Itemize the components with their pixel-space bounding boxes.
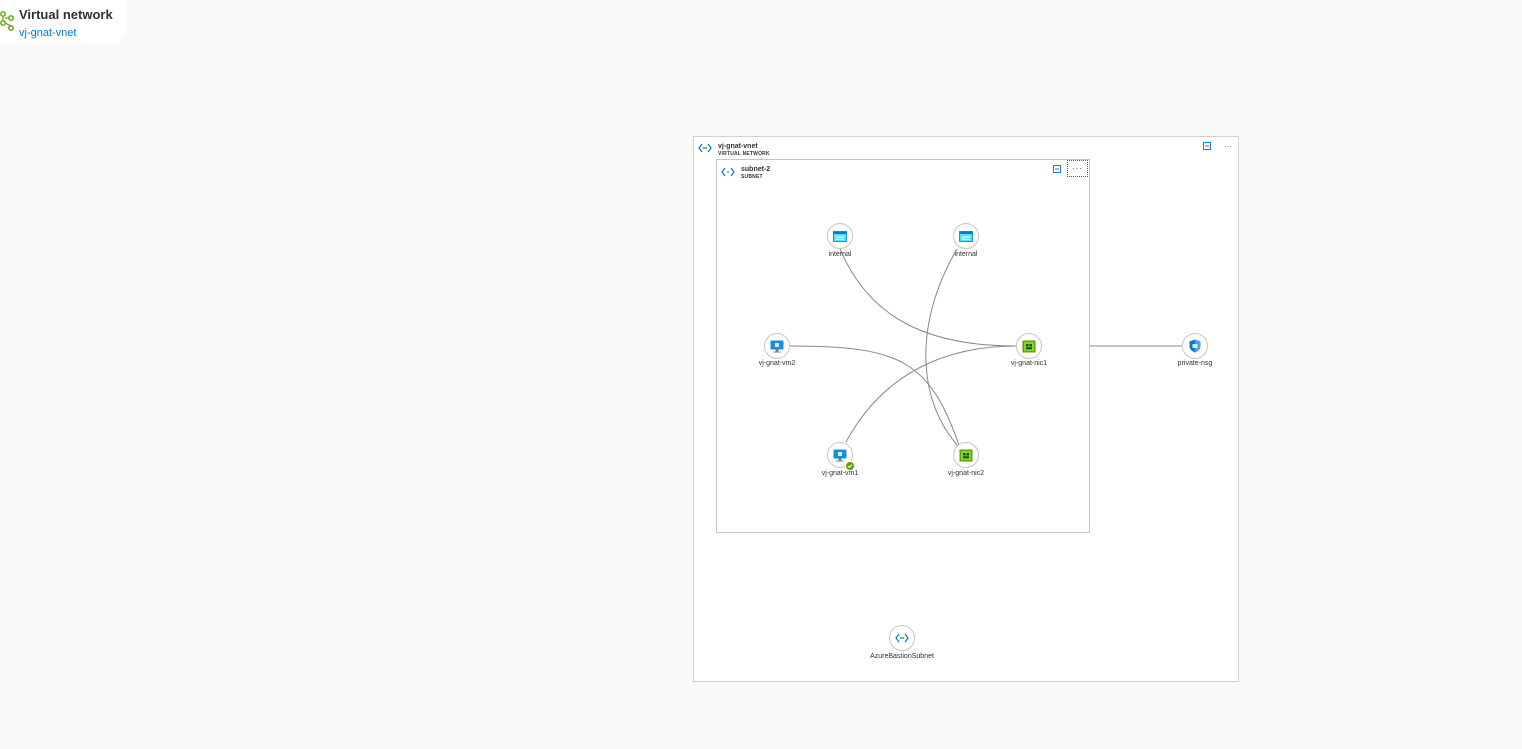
network-interface-icon [1022,340,1036,352]
node-private-nsg[interactable] [1182,333,1208,359]
node-label: private-nsg [1177,360,1213,367]
node-label: AzureBastionSubnet [870,653,934,660]
node-azurebastionsubnet[interactable] [889,625,915,651]
link-internal2-nic2 [925,248,961,449]
node-label: vj-gnat-nic1 [1010,360,1048,367]
node-vj-gnat-vm2[interactable] [764,333,790,359]
node-vj-gnat-nic1[interactable] [1016,333,1042,359]
topology-links [789,248,1182,449]
link-internal1-nic1 [839,248,1017,347]
node-label: vj-gnat-nic2 [947,470,985,477]
subnet-icon [895,633,909,643]
network-security-group-icon [1189,339,1201,353]
route-table-icon [833,230,847,242]
route-table-icon [959,230,973,242]
virtual-machine-icon [770,340,784,353]
node-label: vj-gnat-vm2 [758,360,796,367]
node-vj-gnat-nic2[interactable] [953,442,979,468]
node-internal-route-table-2[interactable] [953,223,979,249]
network-interface-icon [959,449,973,461]
node-internal-route-table-1[interactable] [827,223,853,249]
node-label: internal [954,251,978,258]
node-label: internal [828,251,852,258]
virtual-machine-icon [833,449,847,462]
node-label: vj-gnat-vm1 [821,470,859,477]
